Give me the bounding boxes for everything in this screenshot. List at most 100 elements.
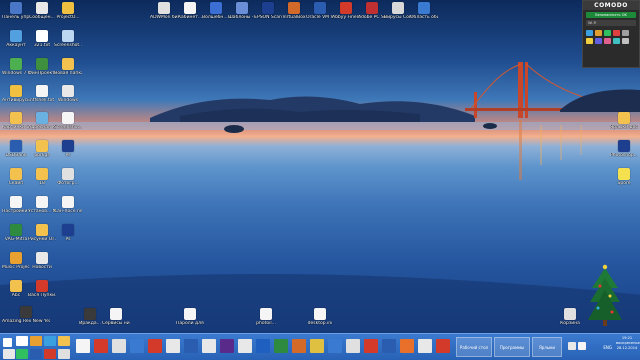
desktop-icon[interactable]: Windows 7 Проекты [2, 58, 30, 76]
gadget-icon[interactable] [586, 38, 593, 44]
desktop-icon[interactable]: Screenshot... [54, 30, 82, 48]
network-icon[interactable] [568, 342, 576, 350]
desktop-icon[interactable]: Установ... Модули [28, 196, 56, 214]
firefox-icon[interactable] [400, 339, 414, 353]
desktop-icon[interactable]: Сан-Хосе network... [54, 196, 82, 214]
desktop-icon[interactable]: Новости [28, 252, 56, 270]
recycle-bin[interactable]: Корзина [556, 308, 584, 326]
desktop-icon[interactable]: Антивирусы [2, 85, 30, 103]
desktop-icon[interactable]: Рисунки ОГЭ [28, 224, 56, 242]
start-icon[interactable] [3, 338, 12, 347]
desktop-icon[interactable]: VAG-Mitra [2, 224, 30, 242]
desktop-icon[interactable]: VirtualBox [280, 2, 308, 20]
desktop-icon[interactable]: Аккаунт [2, 30, 30, 48]
app-icon[interactable] [44, 349, 56, 359]
desktop-icon[interactable]: Abc [2, 280, 30, 298]
desktop-icon[interactable]: 18 [28, 168, 56, 186]
desktop-icon[interactable]: Шаблоны - ярлык [228, 2, 256, 20]
desktop-icon[interactable]: desktop.ini [302, 308, 338, 326]
desktop-icon[interactable]: DSDBank [2, 140, 30, 158]
desktop-icon[interactable]: ProjectO... [54, 2, 82, 20]
gadget-icon[interactable] [586, 30, 593, 36]
desktop-icon[interactable]: Картинки и открыт... [2, 112, 30, 130]
security-status[interactable]: Безопасность OK [586, 12, 636, 18]
app-icon[interactable] [382, 339, 396, 353]
desktop-icon[interactable]: ADWMon бизнест... [150, 2, 178, 20]
explorer-icon[interactable] [16, 336, 28, 346]
gadget-icon[interactable] [595, 30, 602, 36]
toolbar-shortcuts[interactable]: Ярлыки [532, 337, 562, 357]
gadget-icon[interactable] [604, 38, 611, 44]
app-icon[interactable] [30, 336, 42, 346]
app-icon[interactable] [238, 339, 252, 353]
app-icon[interactable] [220, 339, 234, 353]
folder-icon[interactable] [58, 336, 70, 346]
desktop-icon[interactable]: Photoshop... [610, 140, 638, 158]
desktop-icon[interactable]: Сервисы ниябиц... [102, 308, 130, 326]
desktop-icon[interactable]: Область общего... [410, 2, 438, 20]
desktop-icon[interactable]: ФинПроекты [28, 58, 56, 76]
gadget-icon[interactable] [622, 38, 629, 44]
desktop-icon[interactable]: Ярлыки доступа [610, 112, 638, 130]
desktop-icon[interactable]: Скайп [2, 168, 30, 186]
language-indicator[interactable]: ENG [603, 345, 612, 350]
desktop-icon[interactable]: Фотогр... [54, 168, 82, 186]
volume-icon[interactable] [578, 342, 586, 350]
gadget-icon[interactable] [613, 38, 620, 44]
desktop-icon[interactable]: EPSON Scan [254, 2, 282, 20]
desktop-icon[interactable]: Вася Пупки... [28, 280, 56, 298]
app-icon[interactable] [202, 339, 216, 353]
app-icon[interactable] [3, 349, 15, 359]
desktop-icon[interactable]: Кабинет... [176, 2, 204, 20]
app-icon[interactable] [364, 339, 378, 353]
app-icon[interactable] [16, 349, 28, 359]
desktop-icon[interactable]: Music Project [2, 252, 30, 270]
app-icon[interactable] [436, 339, 450, 353]
app-icon[interactable] [166, 339, 180, 353]
network-row[interactable]: Wi-Fi [586, 20, 636, 26]
app-icon[interactable] [112, 339, 126, 353]
app-icon[interactable] [30, 349, 42, 359]
gadget-icon[interactable] [595, 38, 602, 44]
desktop-icon[interactable]: pbrkgs [28, 140, 56, 158]
desktop-icon[interactable]: Screenshot... [54, 112, 82, 130]
app-icon[interactable] [44, 336, 56, 346]
desktop-icon[interactable]: Сообщен... [28, 2, 56, 20]
toolbar-desktop[interactable]: Рабочий стол [456, 337, 492, 357]
toolbar-programs[interactable]: Программы [494, 337, 530, 357]
app-icon[interactable] [418, 339, 432, 353]
gadget-icon[interactable] [613, 30, 620, 36]
desktop-icon[interactable]: Spore [610, 168, 638, 186]
desktop-icon[interactable]: Иракда... [76, 308, 104, 326]
desktop-icon[interactable]: Amazing Rex New Year Wallpap... [2, 306, 50, 324]
desktop-icon[interactable]: Настройки Satellite [2, 196, 30, 214]
app-icon[interactable] [148, 339, 162, 353]
app-icon[interactable] [94, 339, 108, 353]
desktop-icon[interactable]: Панель управл... [2, 2, 30, 20]
app-icon[interactable] [184, 339, 198, 353]
desktop-icon[interactable]: ntfshell.txt [28, 85, 56, 103]
desktop-icon[interactable]: Волшебн... открыт... [202, 2, 230, 20]
app-icon[interactable] [346, 339, 360, 353]
desktop-icon[interactable]: Новая папка [54, 58, 82, 76]
excel-icon[interactable] [274, 339, 288, 353]
gadget-icon[interactable] [622, 30, 629, 36]
word-icon[interactable] [256, 339, 270, 353]
app-icon[interactable] [310, 339, 324, 353]
app-icon[interactable] [292, 339, 306, 353]
desktop-icon[interactable]: Ps [54, 224, 82, 242]
clock[interactable]: 19:21 воскресенье 28.12.2014 [616, 336, 640, 351]
desktop-icon[interactable]: Oracle VM VirtualBox [306, 2, 334, 20]
app-icon[interactable] [328, 339, 342, 353]
app-icon[interactable] [58, 349, 70, 359]
desktop-icon[interactable]: Adobe PC Suite [358, 2, 386, 20]
app-icon[interactable] [130, 339, 144, 353]
desktop-icon[interactable]: Ps [54, 140, 82, 158]
comodo-widget[interactable]: COMODO Безопасность OK Wi-Fi [582, 0, 640, 68]
desktop-icon[interactable]: Адресная книга [28, 112, 56, 130]
desktop-icon[interactable]: Abbyy Finereader [332, 2, 360, 20]
gadget-icon[interactable] [604, 30, 611, 36]
desktop-icon[interactable]: Пароли для cmd... [176, 308, 204, 326]
desktop-icon[interactable]: photoil... [252, 308, 280, 326]
desktop-icon[interactable]: Вирусы Comodo [384, 2, 412, 20]
